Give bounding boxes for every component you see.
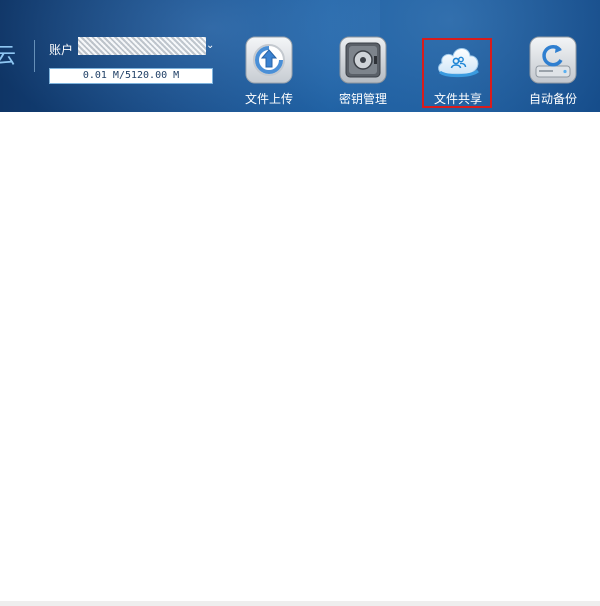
logo-divider bbox=[34, 40, 35, 72]
safe-icon bbox=[339, 36, 387, 84]
auto-backup-button[interactable]: 自动备份 bbox=[517, 36, 589, 108]
key-management-label: 密钥管理 bbox=[338, 92, 387, 106]
chevron-down-icon[interactable]: ⌄ bbox=[206, 40, 214, 51]
storage-usage-bar: 0.01 M/5120.00 M bbox=[49, 68, 213, 84]
file-share-button[interactable]: 文件共享 bbox=[422, 36, 494, 108]
storage-usage-text: 0.01 M/5120.00 M bbox=[82, 70, 180, 81]
account-label: 账户 bbox=[49, 43, 74, 57]
backup-drive-icon bbox=[529, 36, 577, 84]
cloud-share-icon bbox=[434, 36, 482, 84]
upload-button[interactable]: 文件上传 bbox=[233, 36, 305, 108]
bottom-divider bbox=[0, 601, 600, 606]
auto-backup-label: 自动备份 bbox=[528, 92, 577, 106]
upload-label: 文件上传 bbox=[244, 92, 293, 106]
file-share-label: 文件共享 bbox=[433, 92, 482, 106]
key-management-button[interactable]: 密钥管理 bbox=[327, 36, 399, 108]
app-logo: 云 bbox=[0, 44, 18, 69]
upload-icon bbox=[245, 36, 293, 84]
app-header: 云 账户 ⌄ 0.01 M/5120.00 M 文件上传 密钥管理 文件共享 自… bbox=[0, 0, 600, 112]
account-name-obscured bbox=[78, 37, 206, 55]
